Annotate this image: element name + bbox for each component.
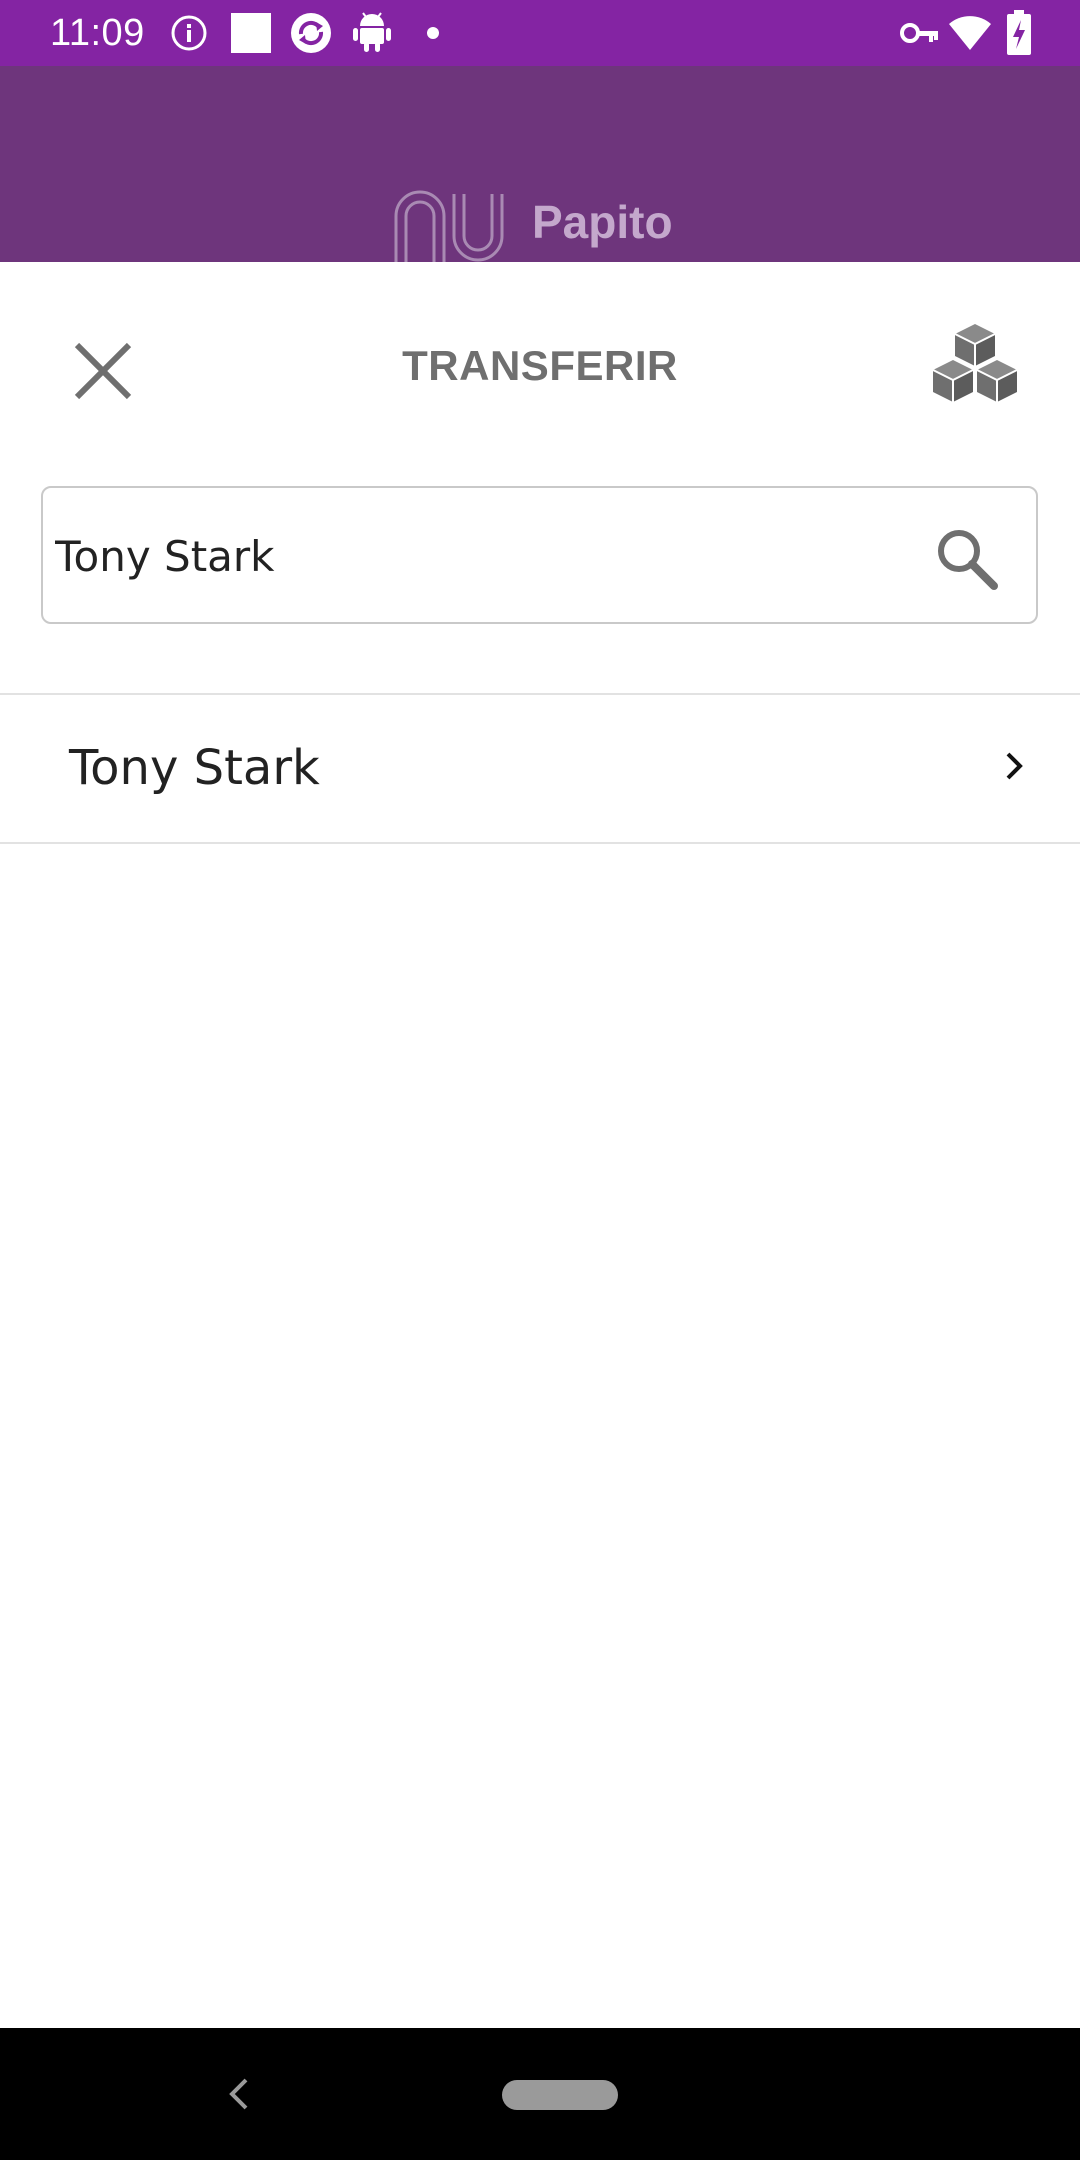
close-icon — [74, 342, 132, 400]
wifi-icon — [949, 16, 991, 50]
divider — [0, 842, 1080, 844]
battery-charging-icon — [1007, 10, 1031, 55]
info-icon — [171, 15, 207, 51]
navigation-bar — [0, 2028, 1080, 2160]
square-icon — [231, 13, 271, 53]
app-header: Papito — [0, 66, 1080, 262]
status-time: 11:09 — [50, 12, 145, 54]
sync-icon — [291, 13, 331, 53]
dot-icon — [427, 27, 439, 39]
result-name: Tony Stark — [69, 740, 320, 796]
blocks-icon — [932, 324, 1018, 402]
android-icon — [353, 12, 391, 52]
search-input[interactable] — [55, 518, 905, 594]
page-title: TRANSFERIR — [402, 342, 678, 389]
brand-name: Papito — [532, 196, 673, 248]
list-item[interactable]: Tony Stark — [0, 694, 1080, 842]
vpn-key-icon — [900, 23, 938, 43]
close-button[interactable] — [58, 326, 148, 416]
chevron-right-icon — [994, 746, 1034, 786]
blocks-button[interactable] — [920, 312, 1030, 422]
status-bar: 11:09 — [0, 0, 1080, 66]
nu-logo — [394, 190, 504, 262]
transfer-sheet: TRANSFERIR Tony Stark Tony Stark — [0, 262, 1080, 2028]
search-button[interactable] — [926, 518, 1006, 598]
back-icon[interactable] — [220, 2074, 260, 2114]
home-button[interactable] — [502, 2080, 618, 2110]
search-icon — [938, 530, 998, 590]
search-box — [41, 486, 1038, 624]
